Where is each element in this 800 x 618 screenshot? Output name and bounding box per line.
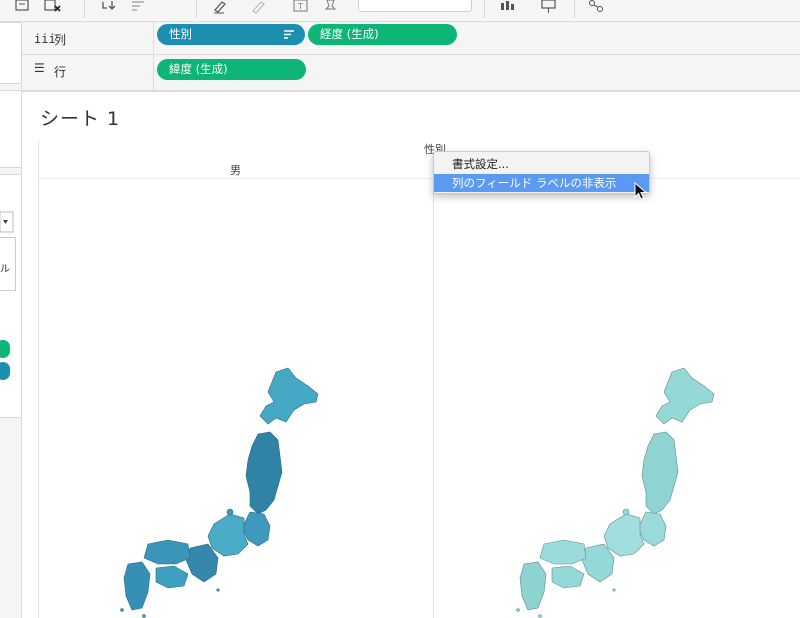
view-border: [38, 140, 39, 618]
mark-type-dropdown[interactable]: [0, 211, 14, 233]
columns-icon: iii: [34, 32, 56, 46]
context-menu: 書式設定... 列のフィールド ラベルの非表示: [433, 151, 650, 194]
column-header-male[interactable]: 男: [230, 162, 241, 178]
columns-label: 列: [54, 33, 67, 47]
sort-descending-icon: [284, 30, 294, 39]
pill-latitude-label: 緯度 (生成): [169, 62, 228, 76]
region-kinki: [581, 543, 615, 583]
swap-icon[interactable]: [100, 0, 118, 14]
clear-sheet-icon[interactable]: [44, 0, 62, 14]
pill-gender-label: 性別: [169, 27, 192, 41]
region-islands: [216, 588, 220, 592]
region-kinki: [185, 543, 219, 583]
region-chugoku: [539, 539, 587, 565]
toolbar-separator: [84, 0, 85, 18]
region-shikoku: [551, 565, 585, 589]
region-shikoku: [155, 565, 189, 589]
region-tohoku: [245, 431, 283, 515]
marks-card: ル: [0, 174, 22, 418]
columns-shelf[interactable]: iii 列 性別 経度 (生成): [22, 22, 800, 55]
pane-divider: [433, 179, 434, 618]
rows-shelf-label: ☰ 行: [22, 55, 154, 91]
pen-icon[interactable]: [250, 0, 268, 14]
rows-label: 行: [54, 65, 67, 79]
region-hokkaido: [655, 367, 715, 425]
region-kyushu: [519, 561, 547, 611]
toolbar-separator: [484, 0, 485, 18]
toolbar-separator: [574, 0, 575, 18]
label-icon[interactable]: T: [292, 0, 310, 14]
region-islands: [612, 588, 616, 592]
mark-property-box[interactable]: ル: [0, 237, 16, 291]
header-divider: [38, 178, 800, 179]
region-hokkaido: [259, 367, 319, 425]
pin-icon[interactable]: [322, 0, 340, 14]
highlight-icon[interactable]: [212, 0, 230, 14]
pill-longitude[interactable]: 経度 (生成): [308, 24, 457, 45]
rows-icon: ☰: [34, 61, 45, 75]
region-chugoku: [143, 539, 191, 565]
region-sado: [622, 508, 630, 516]
map-male[interactable]: [118, 364, 328, 618]
region-sado: [226, 508, 234, 516]
pill-longitude-label: 経度 (生成): [320, 27, 379, 41]
svg-text:T: T: [297, 2, 303, 11]
rows-shelf[interactable]: ☰ 行 緯度 (生成): [22, 55, 800, 91]
pill-gender[interactable]: 性別: [157, 24, 305, 45]
blue-pill-dot[interactable]: [0, 362, 10, 380]
green-pill-dot[interactable]: [0, 340, 10, 358]
region-islands: [516, 608, 520, 612]
fit-dropdown[interactable]: [358, 0, 472, 12]
menu-item-hide-field-labels[interactable]: 列のフィールド ラベルの非表示: [434, 174, 649, 192]
toolbar-separator: [196, 0, 197, 18]
presentation-icon[interactable]: [540, 0, 558, 14]
show-me-icon[interactable]: [500, 0, 518, 14]
pill-latitude[interactable]: 緯度 (生成): [157, 59, 306, 80]
datasource-icon[interactable]: [14, 0, 32, 14]
share-icon[interactable]: [588, 0, 606, 14]
japan-map-shapes: [516, 367, 715, 618]
region-islands: [142, 614, 146, 618]
columns-shelf-label: iii 列: [22, 22, 154, 55]
region-islands: [120, 608, 124, 612]
region-kyushu: [123, 561, 151, 611]
map-female[interactable]: [514, 364, 724, 618]
toolbar: T: [0, 0, 800, 22]
region-tohoku: [641, 431, 679, 515]
region-chubu: [207, 513, 249, 557]
label-text-fragment: ル: [0, 264, 10, 275]
japan-map-shapes: [120, 367, 319, 618]
filters-card: [0, 90, 22, 168]
left-panel: ル: [0, 22, 22, 618]
pages-card: [0, 22, 22, 84]
sheet-title[interactable]: シート 1: [40, 104, 120, 131]
region-islands: [538, 614, 542, 618]
region-chubu: [603, 513, 645, 557]
sort-icon[interactable]: [130, 0, 148, 14]
menu-item-format[interactable]: 書式設定...: [434, 155, 649, 173]
worksheet-canvas: シート 1 性別 男 女: [22, 91, 800, 618]
mouse-cursor-icon: [634, 182, 648, 200]
